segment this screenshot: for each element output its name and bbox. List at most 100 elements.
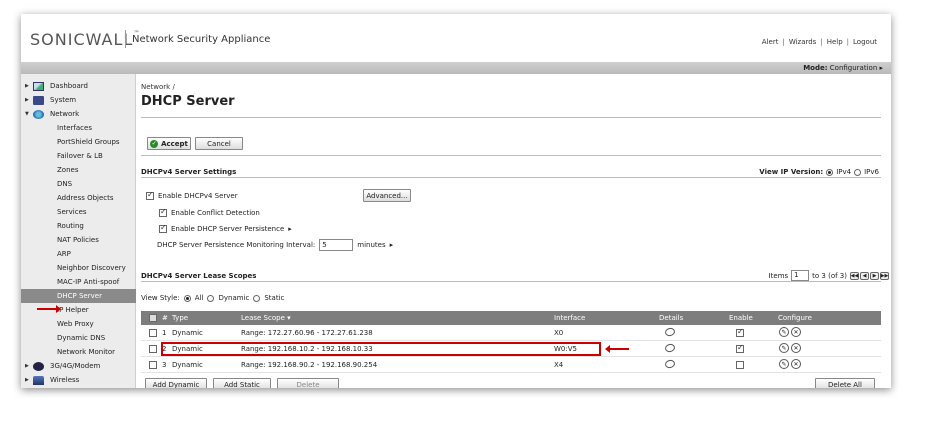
enable-checkbox[interactable] [736, 343, 744, 353]
sidebar-item-web-proxy[interactable]: Web Proxy [21, 317, 136, 331]
top-links: Alert | Wizards | Help | Logout [761, 38, 877, 46]
divider [141, 177, 881, 178]
details-icon[interactable] [664, 342, 676, 354]
table-row: 1 Dynamic Range: 172.27.60.96 - 172.27.6… [141, 325, 881, 341]
advanced-button[interactable]: Advanced... [363, 189, 411, 202]
enable-server-option: Enable DHCPv4 Server [146, 190, 238, 200]
persistence-interval-option: DHCP Server Persistence Monitoring Inter… [157, 239, 394, 251]
sidebar-item-ip-helper[interactable]: IP Helper [21, 303, 136, 317]
help-link[interactable]: Help [827, 38, 843, 46]
divider [141, 117, 881, 118]
sidebar-item-zones[interactable]: Zones [21, 163, 136, 177]
pagination: Items 1 to 3 (of 3) ◀◀ ◀ ▶ ▶▶ [768, 270, 889, 281]
next-page-icon[interactable]: ▶ [870, 271, 879, 280]
sidebar-item-dhcp-server[interactable]: DHCP Server [21, 289, 136, 303]
view-static-radio[interactable] [253, 294, 261, 302]
edit-icon[interactable]: ✎ [779, 359, 789, 369]
row-checkbox[interactable] [149, 329, 157, 337]
network-icon [33, 109, 44, 119]
ip-version-selector: View IP Version: IPv4 IPv6 [759, 168, 879, 176]
alert-link[interactable]: Alert [762, 38, 779, 46]
delete-icon[interactable]: ✕ [791, 327, 801, 337]
delete-icon[interactable]: ✕ [791, 343, 801, 353]
accept-button[interactable]: ✓ Accept [147, 137, 191, 150]
view-style: View Style: All Dynamic Static [141, 294, 285, 302]
table-header: # Type Lease Scope ▾ Interface Details E… [141, 311, 881, 325]
sidebar-item-3g-4g-modem[interactable]: ▶ 3G/4G/Modem [21, 359, 136, 373]
details-icon[interactable] [664, 326, 676, 338]
conflict-detection-checkbox[interactable] [159, 207, 167, 217]
sidebar-item-interfaces[interactable]: Interfaces [21, 121, 136, 135]
sidebar-item-address-objects[interactable]: Address Objects [21, 191, 136, 205]
sidebar-item-failover-lb[interactable]: Failover & LB [21, 149, 136, 163]
logout-link[interactable]: Logout [853, 38, 877, 46]
sidebar-item-system[interactable]: ▶ System [21, 93, 136, 107]
persistence-option: Enable DHCP Server Persistence▸ [159, 223, 292, 233]
enable-checkbox[interactable] [736, 361, 744, 369]
sonicwall-logo: SONICWALL™ [30, 30, 141, 49]
enable-checkbox[interactable] [736, 327, 744, 337]
sidebar-item-dns[interactable]: DNS [21, 177, 136, 191]
divider [141, 155, 881, 156]
main-content: Network / DHCP Server ✓ Accept Cancel DHC… [137, 74, 891, 388]
app-title: Network Security Appliance [132, 34, 271, 45]
prev-page-icon[interactable]: ◀ [860, 271, 869, 280]
delete-icon[interactable]: ✕ [791, 359, 801, 369]
add-static-button[interactable]: Add Static [213, 378, 271, 388]
pager-buttons: ◀◀ ◀ ▶ ▶▶ [850, 271, 889, 280]
last-page-icon[interactable]: ▶▶ [880, 271, 889, 280]
dashboard-icon [33, 81, 44, 91]
edit-icon[interactable]: ✎ [779, 343, 789, 353]
sidebar-item-services[interactable]: Services [21, 205, 136, 219]
logo-divider [125, 30, 126, 48]
app-window: SONICWALL™ Network Security Appliance Al… [21, 14, 891, 388]
view-dynamic-radio[interactable] [207, 294, 215, 302]
items-input[interactable]: 1 [791, 270, 810, 281]
cancel-button[interactable]: Cancel [195, 137, 243, 150]
mode-toggle[interactable]: Mode: Configuration ▸ [803, 64, 883, 72]
view-all-radio[interactable] [183, 294, 191, 302]
sidebar-item-dashboard[interactable]: ▶ Dashboard [21, 79, 136, 93]
interval-input[interactable]: 5 [319, 239, 354, 251]
page-title: DHCP Server [141, 94, 235, 109]
sidebar-item-portshield-groups[interactable]: PortShield Groups [21, 135, 136, 149]
delete-button[interactable]: Delete [277, 378, 339, 388]
persistence-checkbox[interactable] [159, 223, 167, 233]
ipv6-radio[interactable] [854, 168, 862, 176]
ipv4-radio[interactable] [826, 168, 834, 176]
highlight-box [161, 342, 601, 356]
conflict-detection-option: Enable Conflict Detection [159, 207, 260, 217]
note-marker: ▸ [288, 225, 292, 233]
header: SONICWALL™ Network Security Appliance Al… [21, 14, 891, 62]
table-footer: Add Dynamic Add Static Delete Delete All [141, 373, 881, 388]
annotation-arrow-sidebar [37, 305, 61, 313]
select-all-checkbox[interactable] [149, 314, 157, 322]
sidebar-item-network[interactable]: ▼ Network [21, 107, 136, 121]
sidebar-item-network-monitor[interactable]: Network Monitor [21, 345, 136, 359]
edit-icon[interactable]: ✎ [779, 327, 789, 337]
sidebar-item-routing[interactable]: Routing [21, 219, 136, 233]
ip-version-label: View IP Version: [759, 168, 824, 176]
delete-all-button[interactable]: Delete All [815, 378, 875, 388]
sidebar-item-nat-policies[interactable]: NAT Policies [21, 233, 136, 247]
details-icon[interactable] [664, 358, 676, 370]
divider [141, 281, 881, 282]
sidebar-item-arp[interactable]: ARP [21, 247, 136, 261]
sidebar-item-dynamic-dns[interactable]: Dynamic DNS [21, 331, 136, 345]
check-icon: ✓ [150, 139, 159, 148]
row-checkbox[interactable] [149, 345, 157, 353]
mode-bar: Mode: Configuration ▸ [21, 62, 891, 74]
sidebar-item-neighbor-discovery[interactable]: Neighbor Discovery [21, 261, 136, 275]
wizards-link[interactable]: Wizards [789, 38, 817, 46]
enable-server-checkbox[interactable] [146, 190, 154, 200]
breadcrumb[interactable]: Network / [141, 83, 175, 91]
settings-section-title: DHCPv4 Server Settings [141, 168, 237, 176]
first-page-icon[interactable]: ◀◀ [850, 271, 859, 280]
system-icon [33, 95, 44, 105]
modem-icon [33, 361, 44, 371]
sidebar-item-wireless[interactable]: ▶ Wireless [21, 373, 136, 387]
sidebar-item-mac-ip-anti-spoof[interactable]: MAC-IP Anti-spoof [21, 275, 136, 289]
scopes-section-title: DHCPv4 Server Lease Scopes [141, 272, 257, 280]
add-dynamic-button[interactable]: Add Dynamic [145, 378, 207, 388]
row-checkbox[interactable] [149, 361, 157, 369]
